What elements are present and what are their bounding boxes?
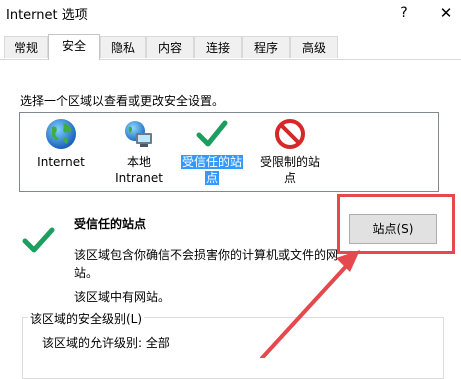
tab-connections[interactable]: 连接 bbox=[194, 36, 242, 58]
security-level-legend: 该区域的安全级别(L) bbox=[28, 310, 145, 327]
window-title: Internet 选项 bbox=[6, 8, 88, 23]
tab-content[interactable]: 内容 bbox=[146, 36, 194, 58]
zone-restricted-sites[interactable]: 受限制的站 点 bbox=[254, 113, 326, 189]
tab-strip: 常规 安全 隐私 内容 连接 程序 高级 bbox=[0, 34, 461, 60]
checkmark-icon bbox=[196, 120, 228, 147]
zone-trusted-sites-label: 受信任的站 点 bbox=[180, 155, 243, 185]
close-button[interactable]: ✕ bbox=[436, 2, 456, 24]
zone-restricted-sites-label: 受限制的站 点 bbox=[259, 155, 320, 185]
zone-description: 该区域包含你确信不会损害你的计算机或文件的网站。 bbox=[74, 248, 339, 280]
zone-sites-status: 该区域中有网站。 bbox=[74, 290, 171, 304]
tab-advanced[interactable]: 高级 bbox=[290, 36, 338, 58]
zone-list: Internet 本地 Intranet 受信任的站 点 受限制的站 点 bbox=[19, 112, 439, 192]
globe-icon bbox=[46, 119, 76, 149]
tab-general[interactable]: 常规 bbox=[4, 36, 48, 58]
zone-trusted-sites[interactable]: 受信任的站 点 bbox=[176, 113, 248, 189]
zone-internet-label: Internet bbox=[37, 155, 85, 169]
help-button[interactable]: ? bbox=[398, 2, 410, 24]
title-bar: Internet 选项 ? ✕ bbox=[0, 0, 461, 30]
zone-local-intranet[interactable]: 本地 Intranet bbox=[104, 113, 174, 189]
restricted-icon bbox=[275, 119, 305, 149]
tab-programs[interactable]: 程序 bbox=[242, 36, 290, 58]
zone-internet[interactable]: Internet bbox=[26, 113, 96, 183]
allowed-level-text: 该区域的允许级别: 全部 bbox=[42, 336, 170, 350]
tab-privacy[interactable]: 隐私 bbox=[100, 36, 146, 58]
selected-zone-title: 受信任的站点 bbox=[74, 217, 147, 231]
checkmark-icon bbox=[22, 227, 55, 253]
zone-local-intranet-label: 本地 Intranet bbox=[115, 155, 163, 185]
zone-prompt: 选择一个区域以查看或更改安全设置。 bbox=[20, 94, 225, 108]
local-intranet-icon bbox=[125, 121, 152, 147]
tab-security[interactable]: 安全 bbox=[48, 34, 100, 60]
sites-button[interactable]: 站点(S) bbox=[349, 214, 437, 244]
